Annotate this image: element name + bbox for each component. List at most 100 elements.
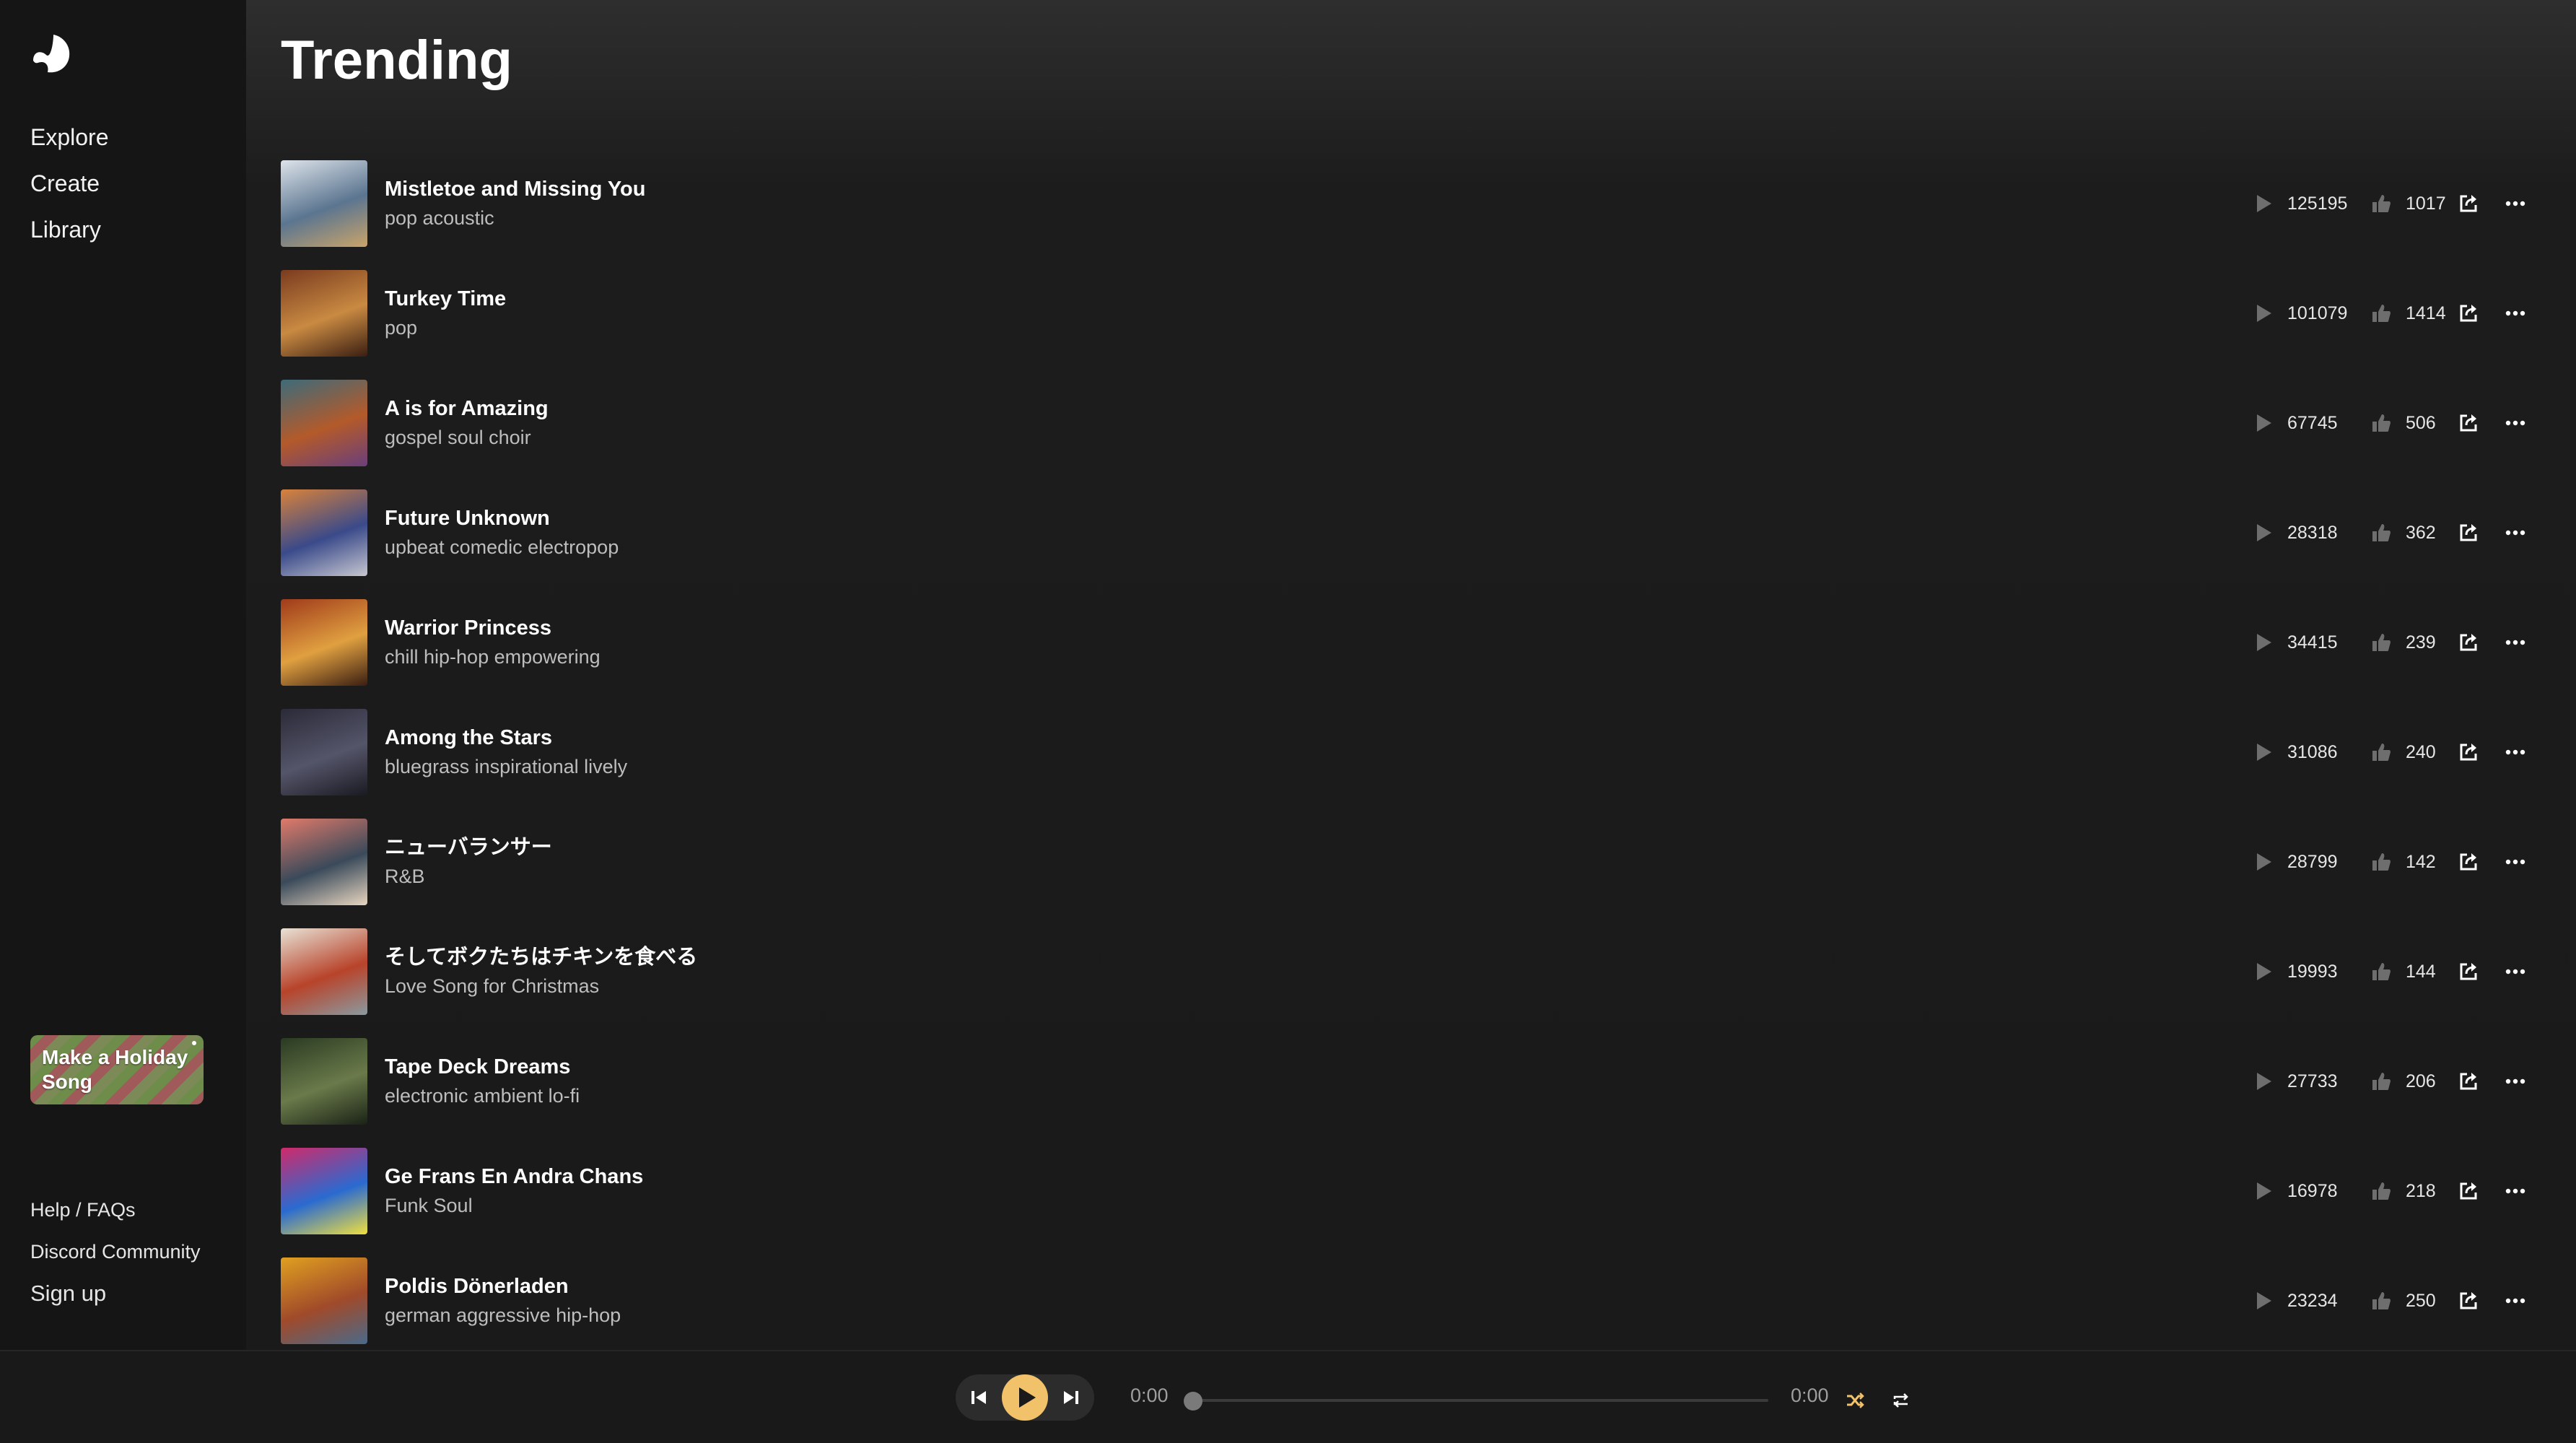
play-icon[interactable] [2256,193,2273,214]
seek-bar[interactable] [1191,1399,1768,1402]
play-icon[interactable] [2256,852,2273,872]
nav-explore[interactable]: Explore [30,120,109,166]
track-meta: Among the Stars bluegrass inspirational … [385,723,627,781]
more-options-icon[interactable] [2505,968,2525,975]
more-options-icon[interactable] [2505,639,2525,646]
track-title[interactable]: Tape Deck Dreams [385,1052,580,1081]
share-icon[interactable] [2458,1180,2479,1202]
discord-community-link[interactable]: Discord Community [30,1237,201,1279]
skip-next-icon[interactable] [1060,1386,1083,1409]
more-options-icon[interactable] [2505,529,2525,536]
track-title[interactable]: Poldis Dönerladen [385,1272,621,1301]
thumbs-up-icon[interactable] [2371,852,2391,872]
like-count: 240 [2406,741,2436,762]
more-options-icon[interactable] [2505,858,2525,866]
track-row[interactable]: Warrior Princess chill hip-hop empowerin… [281,588,2541,697]
track-title[interactable]: Future Unknown [385,504,619,533]
more-options-icon[interactable] [2505,1187,2525,1195]
repeat-icon[interactable] [1891,1390,1911,1411]
share-icon[interactable] [2458,851,2479,873]
track-title[interactable]: Among the Stars [385,723,627,752]
thumbs-up-icon[interactable] [2371,413,2391,433]
track-row[interactable]: ニューバランサー R&B 28799 142 [281,807,2541,917]
thumbs-up-icon[interactable] [2371,962,2391,982]
track-cover-image[interactable] [281,380,367,466]
track-title[interactable]: A is for Amazing [385,394,549,423]
track-row[interactable]: Future Unknown upbeat comedic electropop… [281,478,2541,588]
track-cover-image[interactable] [281,1038,367,1125]
thumbs-up-icon[interactable] [2371,632,2391,653]
sign-up-link[interactable]: Sign up [30,1279,201,1321]
play-icon[interactable] [2256,1071,2273,1091]
play-icon[interactable] [2256,1291,2273,1311]
suno-logo-icon[interactable] [29,29,75,75]
track-title[interactable]: そしてボクたちはチキンを食べる [385,943,697,972]
make-holiday-song-button[interactable]: Make a Holiday Song [30,1035,204,1104]
track-row[interactable]: そしてボクたちはチキンを食べる Love Song for Christmas … [281,917,2541,1026]
shuffle-icon[interactable] [1845,1390,1865,1411]
track-cover-image[interactable] [281,489,367,576]
track-genre: electronic ambient lo-fi [385,1085,580,1107]
play-icon[interactable] [2256,523,2273,543]
share-icon[interactable] [2458,961,2479,982]
thumbs-up-icon[interactable] [2371,1291,2391,1311]
track-cover-image[interactable] [281,928,367,1015]
play-icon [1019,1387,1036,1408]
track-cover-image[interactable] [281,599,367,686]
play-icon[interactable] [2256,413,2273,433]
skip-previous-icon[interactable] [967,1386,990,1409]
current-time: 0:00 [1130,1385,1169,1406]
seek-thumb[interactable] [1184,1392,1202,1411]
nav-create[interactable]: Create [30,166,109,212]
share-icon[interactable] [2458,302,2479,324]
track-cover-image[interactable] [281,1148,367,1234]
thumbs-up-icon[interactable] [2371,1181,2391,1201]
nav-library[interactable]: Library [30,212,109,258]
play-button[interactable] [1002,1374,1048,1421]
track-row[interactable]: A is for Amazing gospel soul choir 67745… [281,368,2541,478]
help-faqs-link[interactable]: Help / FAQs [30,1195,201,1237]
thumbs-up-icon[interactable] [2371,193,2391,214]
thumbs-up-icon[interactable] [2371,303,2391,323]
track-title[interactable]: Turkey Time [385,284,506,313]
track-row[interactable]: Tape Deck Dreams electronic ambient lo-f… [281,1026,2541,1136]
track-row[interactable]: Ge Frans En Andra Chans Funk Soul 16978 … [281,1136,2541,1246]
play-icon[interactable] [2256,303,2273,323]
track-row[interactable]: Mistletoe and Missing You pop acoustic 1… [281,149,2541,258]
track-cover-image[interactable] [281,160,367,247]
track-title[interactable]: Ge Frans En Andra Chans [385,1162,643,1191]
more-options-icon[interactable] [2505,419,2525,427]
share-icon[interactable] [2458,522,2479,544]
more-options-icon[interactable] [2505,310,2525,317]
thumbs-up-icon[interactable] [2371,742,2391,762]
track-cover-image[interactable] [281,819,367,905]
track-meta: Turkey Time pop [385,284,506,342]
share-icon[interactable] [2458,193,2479,214]
track-meta: Future Unknown upbeat comedic electropop [385,504,619,562]
share-icon[interactable] [2458,1290,2479,1312]
thumbs-up-icon[interactable] [2371,1071,2391,1091]
track-title[interactable]: Warrior Princess [385,614,601,642]
play-icon[interactable] [2256,632,2273,653]
more-options-icon[interactable] [2505,1297,2525,1304]
share-icon[interactable] [2458,1071,2479,1092]
more-options-icon[interactable] [2505,1078,2525,1085]
track-cover-image[interactable] [281,1257,367,1344]
play-icon[interactable] [2256,1181,2273,1201]
track-row[interactable]: Turkey Time pop 101079 1414 [281,258,2541,368]
play-icon[interactable] [2256,742,2273,762]
track-cover-image[interactable] [281,709,367,795]
share-icon[interactable] [2458,412,2479,434]
play-icon[interactable] [2256,962,2273,982]
track-row[interactable]: Poldis Dönerladen german aggressive hip-… [281,1246,2541,1356]
track-cover-image[interactable] [281,270,367,357]
track-title[interactable]: Mistletoe and Missing You [385,175,645,204]
share-icon[interactable] [2458,632,2479,653]
more-options-icon[interactable] [2505,749,2525,756]
share-icon[interactable] [2458,741,2479,763]
track-genre: chill hip-hop empowering [385,646,601,668]
track-title[interactable]: ニューバランサー [385,833,552,862]
track-row[interactable]: Among the Stars bluegrass inspirational … [281,697,2541,807]
more-options-icon[interactable] [2505,200,2525,207]
thumbs-up-icon[interactable] [2371,523,2391,543]
